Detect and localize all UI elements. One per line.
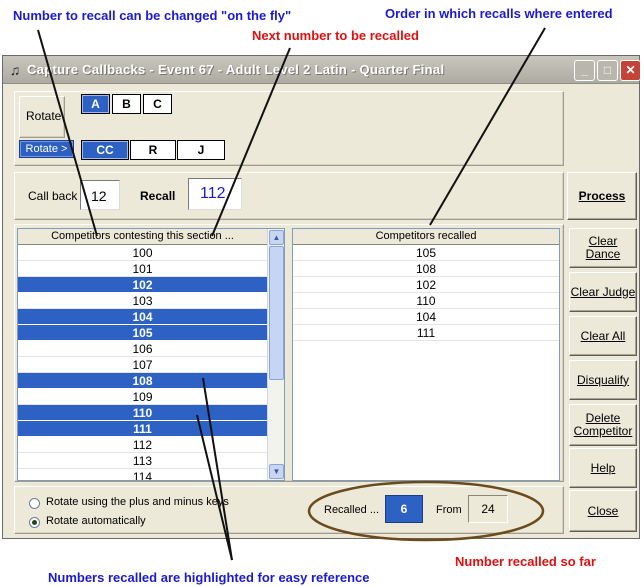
app-icon: ♫ bbox=[9, 62, 21, 78]
callback-label: Call back bbox=[28, 189, 78, 203]
competitor-row[interactable]: 100 bbox=[18, 245, 267, 261]
recalled-count: 6 bbox=[400, 502, 408, 516]
recalled-row[interactable]: 111 bbox=[293, 325, 559, 341]
from-count-box: 24 bbox=[468, 495, 508, 523]
competitor-row[interactable]: 101 bbox=[18, 261, 267, 277]
competitor-row[interactable]: 110 bbox=[18, 405, 267, 421]
scroll-thumb[interactable] bbox=[269, 246, 284, 380]
competitor-row[interactable]: 109 bbox=[18, 389, 267, 405]
clear-all-label: Clear All bbox=[580, 328, 626, 343]
rotate-auto-radio[interactable] bbox=[29, 517, 40, 528]
group-c-button[interactable]: C bbox=[143, 94, 172, 114]
competitor-row[interactable]: 112 bbox=[18, 437, 267, 453]
annotation-recall-changeable: Number to recall can be changed "on the … bbox=[13, 8, 292, 23]
competitor-row[interactable]: 114 bbox=[18, 469, 267, 480]
competitors-list[interactable]: Competitors contesting this section ... … bbox=[17, 228, 285, 481]
rotate-button[interactable]: Rotate > bbox=[19, 140, 74, 158]
recall-input[interactable]: 112 bbox=[188, 178, 242, 210]
help-button[interactable]: Help bbox=[569, 448, 637, 488]
competitor-row[interactable]: 104 bbox=[18, 309, 267, 325]
clear-judge-button[interactable]: Clear Judge bbox=[569, 272, 637, 312]
title-bar[interactable]: ♫ Capture Callbacks - Event 67 - Adult L… bbox=[3, 56, 641, 84]
close-button[interactable]: Close bbox=[569, 490, 637, 532]
clear-dance-button[interactable]: Clear Dance bbox=[569, 228, 637, 268]
competitor-row[interactable]: 111 bbox=[18, 421, 267, 437]
from-count: 24 bbox=[481, 502, 495, 516]
recall-value: 112 bbox=[200, 185, 226, 202]
judge-cc-button[interactable]: CC bbox=[81, 140, 129, 160]
clear-judge-label: Clear Judge bbox=[570, 284, 636, 299]
delete-competitor-button[interactable]: Delete Competitor bbox=[569, 404, 637, 446]
competitor-row[interactable]: 108 bbox=[18, 373, 267, 389]
group-a-button[interactable]: A bbox=[81, 94, 110, 114]
window-title: Capture Callbacks - Event 67 - Adult Lev… bbox=[27, 62, 445, 77]
recalled-rows: 105 108 102 110 104 111 bbox=[293, 245, 559, 341]
rotate-label: Rotate bbox=[26, 109, 62, 123]
disqualify-label: Disqualify bbox=[576, 372, 630, 387]
competitor-row[interactable]: 102 bbox=[18, 277, 267, 293]
judge-j-button[interactable]: J bbox=[177, 140, 225, 160]
rotate-keys-label[interactable]: Rotate using the plus and minus keys bbox=[46, 496, 229, 508]
scroll-up-icon[interactable]: ▲ bbox=[269, 230, 284, 245]
recalled-row[interactable]: 110 bbox=[293, 293, 559, 309]
annotation-highlighted: Numbers recalled are highlighted for eas… bbox=[48, 570, 370, 585]
recall-label: Recall bbox=[140, 189, 176, 203]
callback-value: 12 bbox=[91, 188, 107, 204]
recalled-count-box: 6 bbox=[385, 495, 423, 523]
recalled-row[interactable]: 108 bbox=[293, 261, 559, 277]
recalled-list[interactable]: Competitors recalled 105 108 102 110 104 111 bbox=[292, 228, 560, 481]
group-b-button[interactable]: B bbox=[112, 94, 141, 114]
process-label: Process bbox=[578, 189, 626, 203]
judge-r-button[interactable]: R bbox=[130, 140, 176, 160]
capture-callbacks-window: ♫ Capture Callbacks - Event 67 - Adult L… bbox=[2, 55, 641, 539]
annotation-next-number: Next number to be recalled bbox=[252, 28, 419, 43]
minimize-button[interactable]: _ bbox=[574, 60, 595, 81]
help-label: Help bbox=[590, 460, 616, 475]
annotation-number-recalled: Number recalled so far bbox=[455, 554, 596, 569]
competitors-list-header: Competitors contesting this section ... bbox=[18, 229, 267, 245]
process-button[interactable]: Process bbox=[567, 172, 637, 220]
rotate-keys-radio[interactable] bbox=[29, 498, 40, 509]
clear-all-button[interactable]: Clear All bbox=[569, 316, 637, 356]
from-label: From bbox=[436, 504, 462, 516]
rotate-auto-label[interactable]: Rotate automatically bbox=[46, 515, 146, 527]
close-label: Close bbox=[587, 503, 619, 518]
scroll-down-icon[interactable]: ▼ bbox=[269, 464, 284, 479]
competitor-row[interactable]: 105 bbox=[18, 325, 267, 341]
callback-input[interactable]: 12 bbox=[80, 180, 120, 210]
maximize-button[interactable]: □ bbox=[597, 60, 618, 81]
rotate-label-box: Rotate bbox=[19, 96, 65, 138]
recalled-row[interactable]: 104 bbox=[293, 309, 559, 325]
recalled-row[interactable]: 105 bbox=[293, 245, 559, 261]
disqualify-button[interactable]: Disqualify bbox=[569, 360, 637, 400]
competitors-scrollbar[interactable]: ▲ ▼ bbox=[267, 229, 284, 480]
competitor-row[interactable]: 113 bbox=[18, 453, 267, 469]
delete-competitor-label: Delete Competitor bbox=[573, 411, 633, 438]
recalled-row[interactable]: 102 bbox=[293, 277, 559, 293]
recalled-list-header: Competitors recalled bbox=[293, 229, 559, 245]
annotation-recall-order: Order in which recalls where entered bbox=[385, 6, 613, 21]
close-window-button[interactable]: ✕ bbox=[620, 60, 641, 81]
recalled-status-label: Recalled ... bbox=[324, 504, 380, 516]
competitor-row[interactable]: 106 bbox=[18, 341, 267, 357]
competitor-row[interactable]: 103 bbox=[18, 293, 267, 309]
competitors-rows: 100 101 102 103 104 105 106 107 108 109 110 111 112 1… bbox=[18, 245, 267, 480]
competitor-row[interactable]: 107 bbox=[18, 357, 267, 373]
clear-dance-label: Clear Dance bbox=[585, 234, 621, 261]
